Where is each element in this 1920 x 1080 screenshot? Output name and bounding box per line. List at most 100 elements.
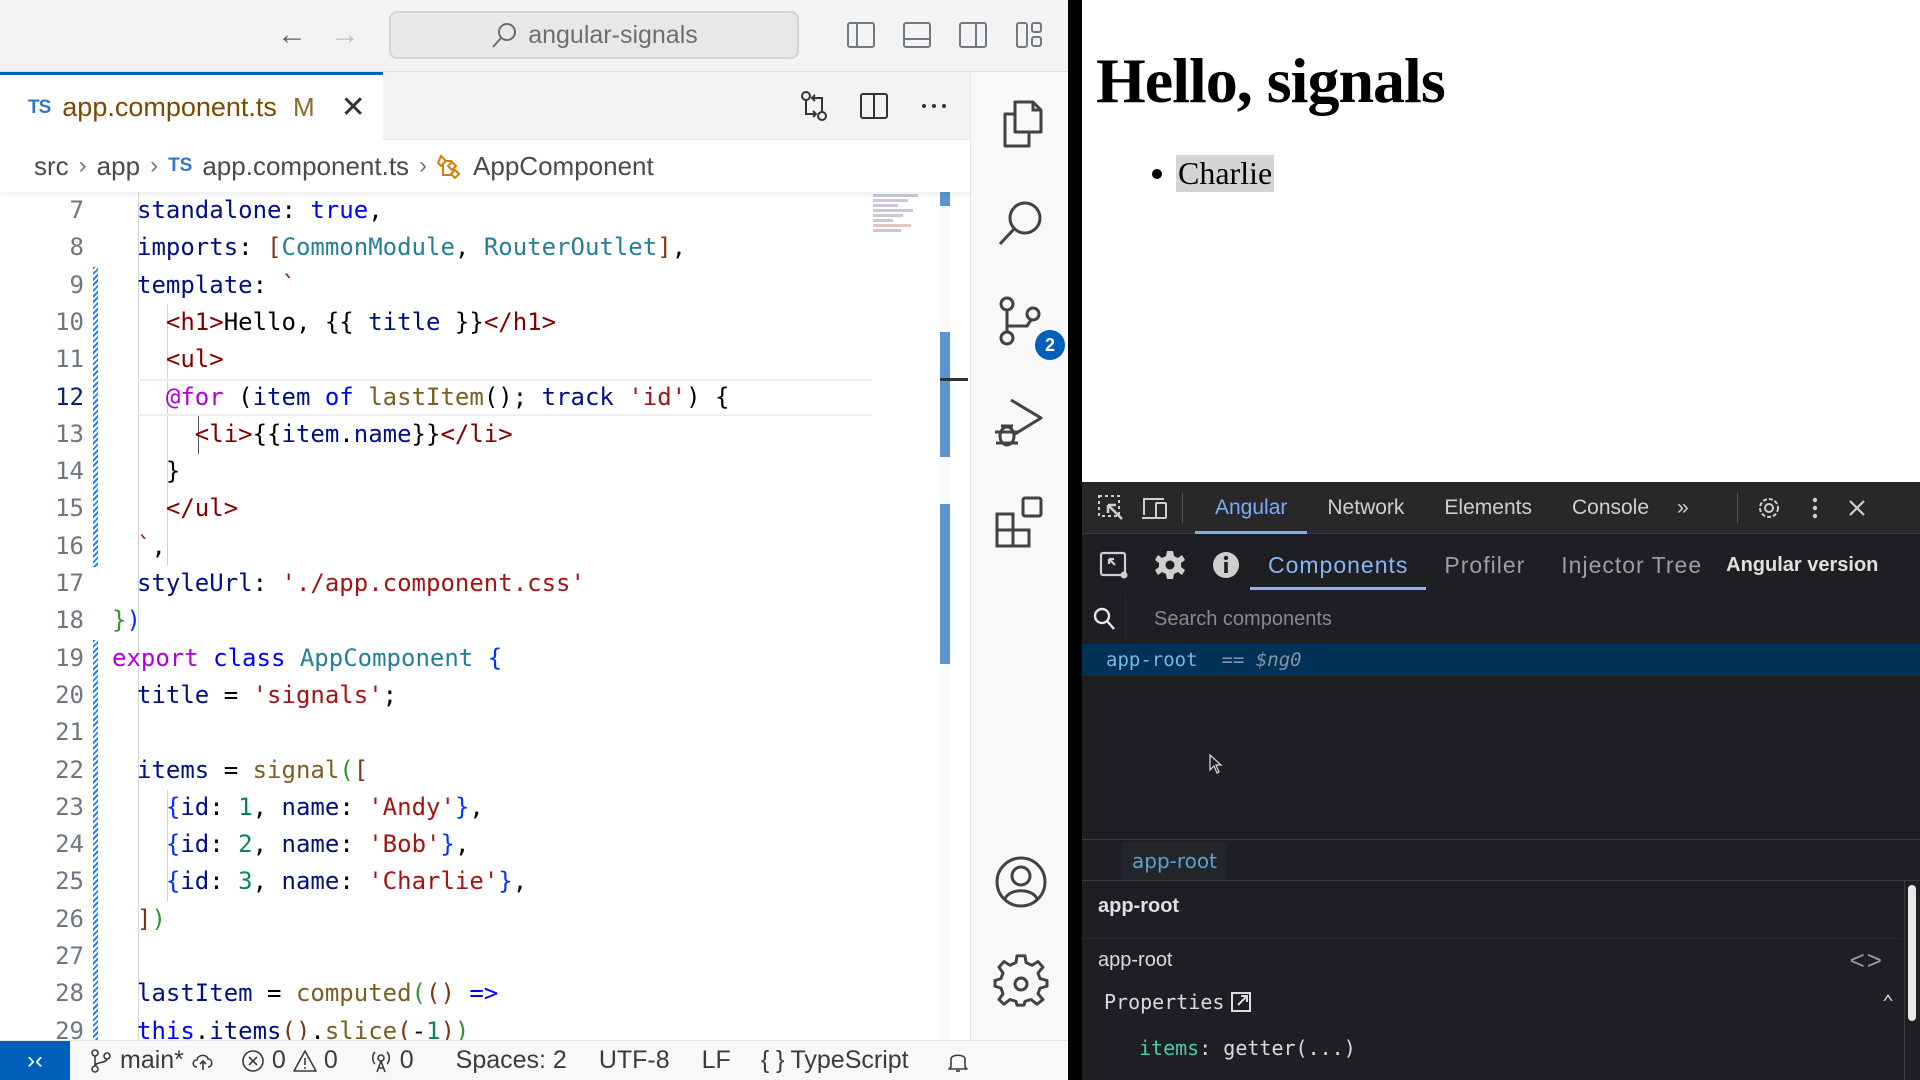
- code-line[interactable]: 10 <h1>Hello, {{ title }}</h1>: [0, 304, 870, 341]
- code-line[interactable]: 14 }: [0, 453, 870, 490]
- code-line[interactable]: 24 {id: 2, name: 'Bob'},: [0, 826, 870, 863]
- code-line[interactable]: 12 @for (item of lastItem(); track 'id')…: [0, 378, 872, 416]
- details-scrollbar[interactable]: [1904, 881, 1920, 1080]
- ports-button[interactable]: 0: [368, 1046, 414, 1075]
- ng-settings-icon[interactable]: [1154, 549, 1186, 581]
- open-changes-icon[interactable]: [798, 90, 830, 122]
- inspect-element-icon[interactable]: [1096, 493, 1126, 523]
- command-center-search[interactable]: angular-signals: [389, 11, 799, 59]
- close-icon[interactable]: ✕: [341, 90, 366, 125]
- code-line[interactable]: 18}): [0, 602, 870, 639]
- run-debug-button[interactable]: [993, 394, 1049, 450]
- breadcrumb-item[interactable]: AppComponent: [473, 151, 654, 182]
- search-components-input[interactable]: [1154, 607, 1754, 631]
- code-line[interactable]: 25 {id: 3, name: 'Charlie'},: [0, 863, 870, 900]
- git-branch-button[interactable]: main*: [88, 1046, 216, 1075]
- explorer-button[interactable]: [993, 96, 1049, 152]
- code-line[interactable]: 17 styleUrl: './app.component.css': [0, 565, 870, 602]
- git-branch-name: main*: [120, 1046, 184, 1074]
- manage-button[interactable]: [993, 954, 1049, 1010]
- breadcrumb-item[interactable]: app.component.ts: [202, 151, 409, 182]
- devtools-tab-network[interactable]: Network: [1307, 482, 1424, 534]
- breadcrumb-chip[interactable]: app-root: [1122, 842, 1227, 880]
- code-line[interactable]: 13 <li>{{item.name}}</li>: [0, 416, 870, 453]
- inspect-component-icon[interactable]: [1098, 549, 1130, 581]
- component-name: app-root: [1106, 649, 1198, 671]
- more-actions-icon[interactable]: [918, 90, 950, 122]
- open-external-icon[interactable]: [1230, 991, 1252, 1013]
- code-line[interactable]: 19 export class AppComponent {: [0, 640, 870, 677]
- properties-header[interactable]: Properties ⌃: [1104, 990, 1894, 1014]
- source-control-button[interactable]: 2: [993, 294, 1065, 360]
- devtools-tab-elements[interactable]: Elements: [1424, 482, 1552, 534]
- language-mode-button[interactable]: { } TypeScript: [761, 1046, 909, 1075]
- code-line[interactable]: 26]): [0, 901, 870, 938]
- editor-scrollbar[interactable]: [940, 192, 968, 1040]
- code-line[interactable]: 8 imports: [CommonModule, RouterOutlet],: [0, 229, 870, 266]
- breadcrumb-item[interactable]: src: [34, 151, 69, 182]
- more-options-icon[interactable]: [1800, 493, 1830, 523]
- collapse-chevron-icon[interactable]: ⌃: [1882, 990, 1894, 1014]
- breadcrumb: src › app › TS app.component.ts › AppCom…: [0, 140, 970, 192]
- code-editor[interactable]: 7 standalone: true, 8 imports: [CommonModul…: [0, 192, 970, 1040]
- close-devtools-icon[interactable]: [1842, 493, 1872, 523]
- breadcrumb-item[interactable]: app: [97, 151, 140, 182]
- split-editor-icon[interactable]: [858, 90, 890, 122]
- code-line[interactable]: 7 standalone: true,: [0, 192, 870, 229]
- line-number: 24: [55, 830, 84, 859]
- code-text: title = 'signals';: [137, 680, 398, 709]
- code-line[interactable]: 22 items = signal([: [0, 752, 870, 789]
- component-details: app-root app-root <> Properties ⌃ items:…: [1082, 881, 1920, 1080]
- device-toolbar-icon[interactable]: [1140, 493, 1170, 523]
- code-line[interactable]: 21: [0, 714, 870, 751]
- ng-tab-injector-tree[interactable]: Injector Tree: [1543, 534, 1720, 596]
- accounts-button[interactable]: [993, 854, 1049, 910]
- code-line[interactable]: 20 title = 'signals';: [0, 677, 870, 714]
- back-arrow-icon[interactable]: ←: [277, 18, 307, 52]
- toggle-panel-icon[interactable]: [902, 20, 932, 50]
- code-line[interactable]: 23 {id: 1, name: 'Andy'},: [0, 789, 870, 826]
- encoding-button[interactable]: UTF-8: [599, 1046, 670, 1075]
- minimap[interactable]: [873, 192, 923, 252]
- property-row[interactable]: items: getter(...): [1139, 1036, 1356, 1060]
- customize-layout-icon[interactable]: [1014, 20, 1044, 50]
- ng-tab-components[interactable]: Components: [1250, 534, 1427, 596]
- code-line[interactable]: 16 `,: [0, 528, 870, 565]
- item-list: Charlie: [1152, 155, 1275, 192]
- tab-app-component-ts[interactable]: TS app.component.ts M ✕: [0, 72, 383, 140]
- devtools-tab-console[interactable]: Console: [1552, 482, 1669, 534]
- info-icon[interactable]: [1210, 549, 1242, 581]
- code-line[interactable]: 9 template: `: [0, 267, 870, 304]
- ng-tab-profiler[interactable]: Profiler: [1426, 534, 1543, 596]
- remote-indicator-button[interactable]: ›‹: [0, 1040, 70, 1080]
- view-source-icon[interactable]: <>: [1850, 945, 1884, 976]
- code-line[interactable]: 27: [0, 938, 870, 975]
- code-text: }): [112, 606, 141, 635]
- code-text: </ul>: [165, 494, 239, 523]
- devtools-tab-angular[interactable]: Angular: [1195, 482, 1308, 534]
- devtools-settings-icon[interactable]: [1754, 493, 1784, 523]
- component-tree-node[interactable]: app-root == $ng0: [1082, 644, 1920, 676]
- forward-arrow-icon[interactable]: →: [330, 18, 360, 52]
- eol-button[interactable]: LF: [702, 1046, 731, 1075]
- warning-icon: [293, 1049, 317, 1072]
- indentation-button[interactable]: Spaces: 2: [456, 1046, 567, 1075]
- search-button[interactable]: [993, 196, 1049, 252]
- cloud-sync-icon[interactable]: [190, 1048, 216, 1074]
- code-text: this.items().slice(-1)): [137, 1016, 470, 1040]
- notifications-button[interactable]: [945, 1048, 971, 1074]
- files-icon: [1003, 100, 1043, 148]
- toggle-primary-sidebar-icon[interactable]: [846, 20, 876, 50]
- code-line[interactable]: 28 lastItem = computed(() =>: [0, 975, 870, 1012]
- code-line[interactable]: 11 <ul>: [0, 341, 870, 378]
- problems-button[interactable]: 0 0: [240, 1046, 338, 1075]
- search-icon: [492, 23, 517, 48]
- code-text: template: `: [137, 270, 296, 299]
- code-line[interactable]: 15 </ul>: [0, 490, 870, 527]
- toggle-secondary-sidebar-icon[interactable]: [958, 20, 988, 50]
- typescript-file-icon: TS: [28, 96, 51, 118]
- page-heading: Hello, signals: [1096, 45, 1446, 116]
- extensions-button[interactable]: [993, 494, 1049, 550]
- code-line[interactable]: 29 this.items().slice(-1)): [0, 1013, 870, 1040]
- more-tabs-icon[interactable]: »: [1669, 482, 1697, 534]
